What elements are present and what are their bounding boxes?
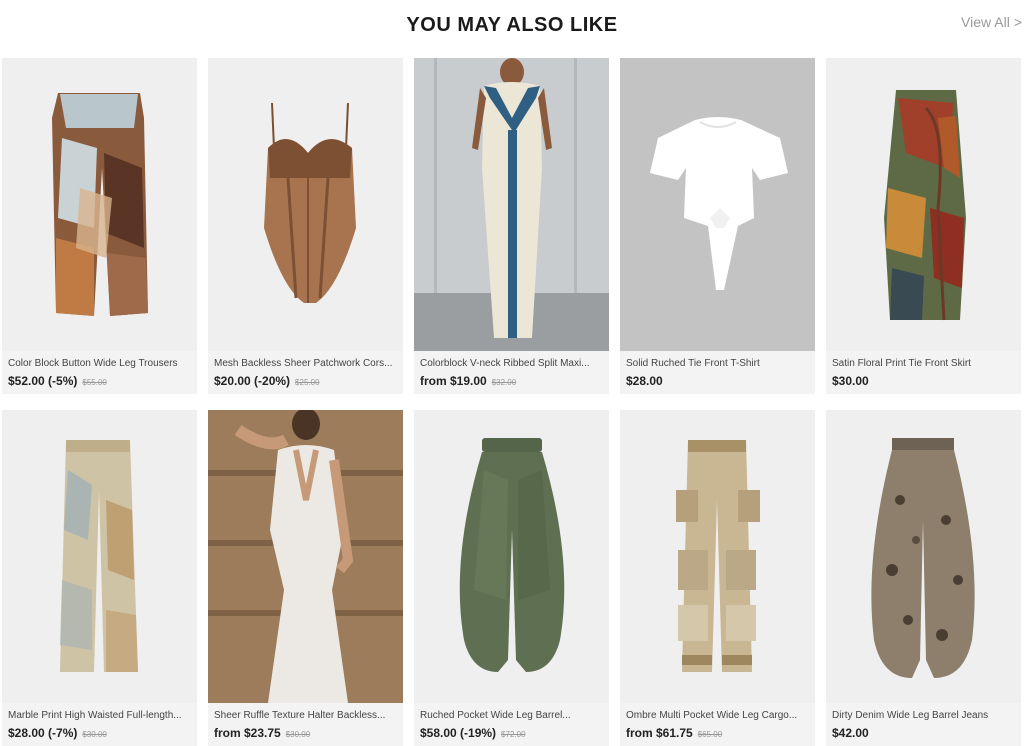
original-price: $72.00: [501, 730, 526, 739]
original-price: $65.00: [697, 730, 723, 739]
product-image[interactable]: [620, 410, 815, 703]
price-row: from $23.75 $30.00: [214, 726, 397, 740]
price-row: $52.00 (-5%) $55.00: [8, 374, 191, 388]
product-price: $30.00: [832, 374, 869, 388]
product-price: $42.00: [832, 726, 869, 740]
product-image[interactable]: [208, 58, 403, 351]
product-grid: Color Block Button Wide Leg Trousers $52…: [2, 58, 1024, 746]
price-row: $30.00: [832, 374, 1015, 388]
product-image[interactable]: [414, 410, 609, 703]
price-row: from $19.00 $32.00: [420, 374, 603, 388]
product-card[interactable]: Dirty Denim Wide Leg Barrel Jeans $42.00: [826, 410, 1021, 746]
product-card[interactable]: Solid Ruched Tie Front T-Shirt $28.00: [620, 58, 815, 394]
original-price: $30.00: [285, 730, 311, 739]
product-price: from $23.75: [214, 726, 281, 740]
product-image[interactable]: [2, 410, 197, 703]
original-price: $25.00: [295, 378, 320, 387]
product-image[interactable]: [620, 58, 815, 351]
price-row: $58.00 (-19%) $72.00: [420, 726, 603, 740]
product-image[interactable]: [208, 410, 403, 703]
product-card[interactable]: Ruched Pocket Wide Leg Barrel... $58.00 …: [414, 410, 609, 746]
chevron-right-icon: >: [1013, 14, 1022, 30]
product-price: $28.00: [626, 374, 663, 388]
product-card[interactable]: Marble Print High Waisted Full-length...…: [2, 410, 197, 746]
product-card[interactable]: Mesh Backless Sheer Patchwork Cors... $2…: [208, 58, 403, 394]
product-price: from $61.75: [626, 726, 693, 740]
product-name[interactable]: Mesh Backless Sheer Patchwork Cors...: [214, 358, 397, 369]
product-name[interactable]: Dirty Denim Wide Leg Barrel Jeans: [832, 710, 1015, 721]
product-price: from $19.00: [420, 374, 487, 388]
product-image[interactable]: [2, 58, 197, 351]
product-price: $58.00 (-19%): [420, 726, 497, 740]
product-name[interactable]: Satin Floral Print Tie Front Skirt: [832, 358, 1015, 369]
product-price: $52.00 (-5%): [8, 374, 78, 388]
product-card[interactable]: Color Block Button Wide Leg Trousers $52…: [2, 58, 197, 394]
product-image[interactable]: [826, 410, 1021, 703]
price-row: $28.00 (-7%) $30.00: [8, 726, 191, 740]
product-image[interactable]: [414, 58, 609, 351]
product-name[interactable]: Ombre Multi Pocket Wide Leg Cargo...: [626, 710, 809, 721]
product-price: $20.00 (-20%): [214, 374, 291, 388]
original-price: $30.00: [82, 730, 107, 739]
product-image[interactable]: [826, 58, 1021, 351]
view-all-label: View All: [961, 14, 1010, 30]
product-name[interactable]: Ruched Pocket Wide Leg Barrel...: [420, 710, 603, 721]
original-price: $32.00: [491, 378, 517, 387]
view-all-link[interactable]: View All >: [961, 14, 1022, 30]
product-card[interactable]: Satin Floral Print Tie Front Skirt $30.0…: [826, 58, 1021, 394]
product-card[interactable]: Sheer Ruffle Texture Halter Backless... …: [208, 410, 403, 746]
product-name[interactable]: Marble Print High Waisted Full-length...: [8, 710, 191, 721]
product-name[interactable]: Color Block Button Wide Leg Trousers: [8, 358, 191, 369]
price-row: $28.00: [626, 374, 809, 388]
original-price: $55.00: [82, 378, 107, 387]
section-header: YOU MAY ALSO LIKE View All >: [0, 0, 1024, 56]
product-name[interactable]: Sheer Ruffle Texture Halter Backless...: [214, 710, 397, 721]
product-name[interactable]: Colorblock V-neck Ribbed Split Maxi...: [420, 358, 603, 369]
price-row: $42.00: [832, 726, 1015, 740]
product-price: $28.00 (-7%): [8, 726, 78, 740]
product-name[interactable]: Solid Ruched Tie Front T-Shirt: [626, 358, 809, 369]
product-card[interactable]: Ombre Multi Pocket Wide Leg Cargo... fro…: [620, 410, 815, 746]
price-row: $20.00 (-20%) $25.00: [214, 374, 397, 388]
section-title: YOU MAY ALSO LIKE: [406, 14, 618, 36]
price-row: from $61.75 $65.00: [626, 726, 809, 740]
product-card[interactable]: Colorblock V-neck Ribbed Split Maxi... f…: [414, 58, 609, 394]
